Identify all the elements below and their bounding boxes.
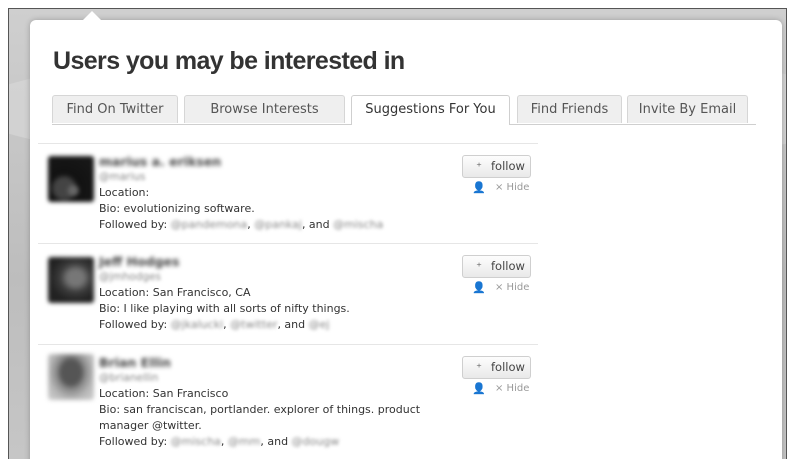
user-info: marius a. eriksen @marius Location: Bio:… (99, 154, 409, 233)
page-title: Users you may be interested in (53, 47, 405, 75)
user-bio: Bio: I like playing with all sorts of ni… (99, 302, 350, 315)
follow-button[interactable]: ⁺👤 follow (462, 255, 531, 294)
user-followed-by: Followed by: @jkalucki, @twitter, and @e… (99, 317, 409, 333)
hide-link[interactable]: × Hide (495, 182, 529, 193)
hide-link[interactable]: × Hide (495, 282, 529, 293)
separator: , and (260, 435, 292, 448)
user-location: Location: San Francisco (99, 387, 229, 400)
follower-link[interactable]: @dougw (292, 435, 340, 448)
avatar[interactable] (48, 257, 94, 303)
modal-backdrop: Users you may be interested in Find On T… (8, 8, 787, 459)
user-location: Location: San Francisco, CA (99, 286, 251, 299)
user-info: Jeff Hodges @jmhodges Location: San Fran… (99, 254, 409, 333)
user-bio: Bio: evolutionizing software. (99, 202, 255, 215)
list-item: Jeff Hodges @jmhodges Location: San Fran… (38, 243, 538, 345)
followed-by-label: Followed by: (99, 435, 171, 448)
add-user-icon: ⁺👤 (472, 361, 486, 395)
user-name[interactable]: Brian Ellin (99, 355, 409, 371)
user-handle[interactable]: @marius (99, 170, 409, 185)
follower-link[interactable]: @twitter (230, 318, 277, 331)
avatar[interactable] (48, 156, 94, 202)
user-bio-continued: manager @twitter. (99, 419, 202, 432)
followed-by-label: Followed by: (99, 318, 171, 331)
user-handle[interactable]: @brianellin (99, 371, 409, 386)
tab-find-on-twitter[interactable]: Find On Twitter (52, 95, 178, 123)
hide-link[interactable]: × Hide (495, 383, 529, 394)
user-bio: Bio: san franciscan, portlander. explore… (99, 403, 421, 416)
user-name[interactable]: marius a. eriksen (99, 154, 409, 170)
user-name[interactable]: Jeff Hodges (99, 254, 409, 270)
add-user-icon: ⁺👤 (472, 260, 486, 294)
list-item: Brian Ellin @brianellin Location: San Fr… (38, 344, 538, 459)
follow-label: follow (491, 159, 525, 173)
separator: , and (277, 318, 309, 331)
follow-button[interactable]: ⁺👤 follow (462, 155, 531, 194)
follow-button[interactable]: ⁺👤 follow (462, 356, 531, 395)
panel-notch (82, 11, 102, 21)
follower-link[interactable]: @ej (309, 318, 330, 331)
tab-browse-interests[interactable]: Browse Interests (184, 95, 345, 123)
tab-suggestions-for-you[interactable]: Suggestions For You (351, 95, 510, 125)
follower-link[interactable]: @pankaj (254, 218, 302, 231)
list-item: marius a. eriksen @marius Location: Bio:… (38, 143, 538, 244)
separator: , (220, 435, 228, 448)
tab-find-friends[interactable]: Find Friends (517, 95, 622, 123)
follow-label: follow (491, 360, 525, 374)
follow-label: follow (491, 259, 525, 273)
follower-link[interactable]: @mischa (171, 435, 221, 448)
follower-link[interactable]: @mm (228, 435, 260, 448)
separator: , and (301, 218, 334, 231)
add-user-icon: ⁺👤 (472, 160, 486, 194)
avatar[interactable] (48, 354, 94, 400)
followed-by-label: Followed by: (99, 218, 171, 231)
follower-link[interactable]: @pandemona (171, 218, 248, 231)
user-location: Location: (99, 186, 150, 199)
tab-invite-by-email[interactable]: Invite By Email (627, 95, 748, 123)
follower-link[interactable]: @mischa (333, 218, 383, 231)
follower-link[interactable]: @jkalucki (171, 318, 223, 331)
user-handle[interactable]: @jmhodges (99, 270, 409, 285)
user-followed-by: Followed by: @pandemona, @pankaj, and @m… (99, 217, 409, 233)
user-info: Brian Ellin @brianellin Location: San Fr… (99, 355, 421, 450)
user-followed-by: Followed by: @mischa, @mm, and @dougw (99, 434, 409, 450)
tab-bar: Find On Twitter Browse Interests Suggest… (52, 95, 756, 125)
